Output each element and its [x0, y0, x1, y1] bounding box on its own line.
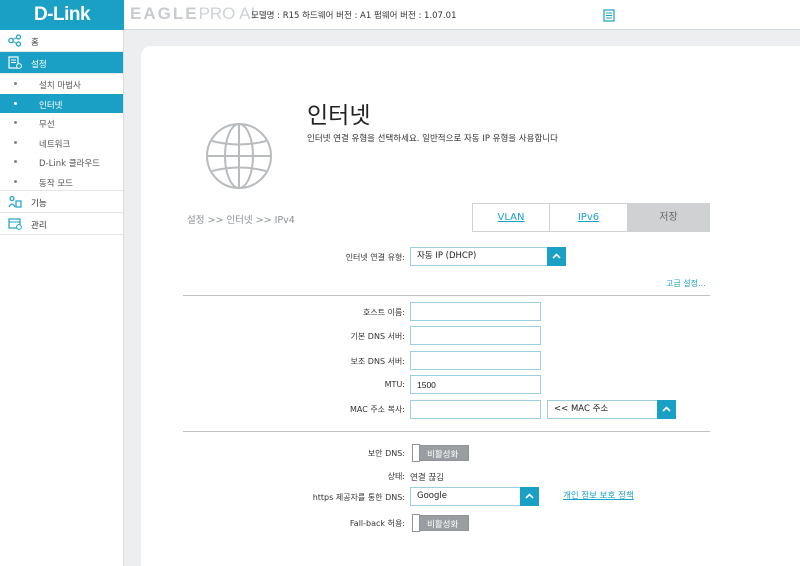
bullet-dot — [14, 82, 17, 85]
sidebar-item-label: 홈 — [31, 38, 39, 48]
dlink-logo[interactable]: D-Link — [0, 0, 124, 30]
chevron-up-icon[interactable] — [547, 247, 566, 266]
hostname-label: 호스트 이름: — [362, 308, 405, 317]
sidebar-item-label: 관리 — [31, 221, 47, 231]
toggle-knob — [412, 444, 420, 462]
sidebar-item-internet[interactable]: 인터넷 — [0, 93, 123, 113]
sidebar-item-label: 인터넷 — [39, 100, 63, 111]
sidebar-item-network[interactable]: 네트워크 — [0, 133, 123, 153]
secondary-dns-label: 보조 DNS 서버: — [350, 357, 405, 366]
breadcrumb: 설정 >> 인터넷 >> IPv4 — [187, 215, 295, 226]
sidebar-item-label: 설정 — [31, 60, 47, 70]
sidebar-item-setup-wizard[interactable]: 설치 마법사 — [0, 74, 123, 94]
network-icon — [8, 34, 22, 47]
mac-address-select-value: << MAC 주소 — [554, 404, 609, 414]
sidebar-item-label: D-Link 클라우드 — [39, 159, 101, 169]
divider — [183, 431, 710, 432]
tab-ipv6[interactable]: IPv6 — [549, 203, 628, 232]
status-label: 상태: — [387, 472, 405, 481]
sidebar-item-operation-mode[interactable]: 동작 모드 — [0, 172, 123, 191]
chevron-up-icon[interactable] — [520, 487, 539, 506]
https-dns-select[interactable]: Google — [410, 487, 539, 506]
divider — [183, 295, 710, 296]
primary-dns-input[interactable] — [410, 326, 541, 345]
mac-clone-input[interactable] — [410, 400, 541, 419]
connection-type-label: 인터넷 연결 유형: — [345, 253, 405, 262]
secure-dns-label: 보안 DNS: — [367, 449, 405, 458]
bullet-dot — [14, 140, 17, 144]
sidebar-item-settings[interactable]: 설정 — [0, 52, 123, 74]
chevron-up-icon[interactable] — [657, 400, 676, 419]
bullet-dot — [14, 101, 17, 105]
top-header: D-Link EAGLEPRO AI 모델명 : R15 하드웨어 버전 : A… — [0, 0, 800, 30]
hostname-input[interactable] — [410, 302, 541, 321]
privacy-policy-link[interactable]: 개인 정보 보호 정책 — [563, 489, 634, 501]
fallback-label: Fall-back 허용: — [349, 519, 405, 528]
main-panel: 인터넷 인터넷 연결 유형을 선택하세요. 일반적으로 자동 IP 유형을 사용… — [141, 46, 800, 566]
toggle-knob — [412, 514, 420, 532]
sidebar-item-label: 설치 마법사 — [39, 81, 81, 91]
sidebar-item-dlink-cloud[interactable]: D-Link 클라우드 — [0, 152, 123, 172]
mac-address-select[interactable]: << MAC 주소 — [547, 400, 676, 419]
fallback-toggle[interactable]: 비활성화 — [412, 514, 469, 532]
mac-clone-label: MAC 주소 복사: — [349, 405, 405, 414]
status-value: 연결 끊김 — [410, 473, 444, 483]
https-dns-value: Google — [417, 491, 447, 501]
page-title: 인터넷 — [307, 103, 371, 129]
bullet-dot — [14, 121, 17, 124]
sidebar-item-label: 기능 — [31, 199, 47, 209]
connection-type-select[interactable]: 자동 IP (DHCP) — [410, 247, 566, 266]
sidebar-item-features[interactable]: 기능 — [0, 191, 123, 213]
toggle-label: 비활성화 — [427, 450, 459, 460]
save-button[interactable]: 저장 — [627, 203, 710, 232]
secure-dns-toggle[interactable]: 비활성화 — [412, 444, 469, 462]
sidebar-item-management[interactable]: 관리 — [0, 213, 123, 235]
sidebar-item-home[interactable]: 홈 — [0, 30, 123, 52]
sidebar: 홈 설정 설치 마법사 인터넷 무선 네트워크 D-Link 클라우드 동작 모… — [0, 30, 124, 566]
mtu-input[interactable] — [410, 375, 541, 394]
https-dns-label: https 제공자를 통한 DNS: — [312, 493, 405, 502]
advanced-settings-link[interactable]: 고급 설정... — [666, 278, 706, 289]
mtu-label: MTU: — [384, 380, 405, 389]
firmware-info: 모델명 : R15 하드웨어 버전 : A1 펌웨어 버전 : 1.07.01 — [251, 11, 457, 21]
settings-icon — [8, 56, 22, 69]
document-icon[interactable] — [603, 9, 615, 22]
primary-dns-label: 기본 DNS 서버: — [350, 332, 405, 341]
sidebar-item-label: 네트워크 — [39, 139, 71, 150]
sidebar-item-wireless[interactable]: 무선 — [0, 113, 123, 133]
toggle-label: 비활성화 — [427, 520, 459, 530]
globe-icon — [206, 123, 272, 189]
bullet-dot — [14, 160, 17, 163]
page-description: 인터넷 연결 유형을 선택하세요. 일반적으로 자동 IP 유형을 사용합니다 — [307, 134, 558, 144]
connection-type-value: 자동 IP (DHCP) — [417, 251, 477, 261]
secondary-dns-input[interactable] — [410, 351, 541, 370]
sidebar-item-label: 동작 모드 — [39, 178, 73, 189]
product-name: EAGLEPRO AI — [130, 4, 256, 23]
sidebar-item-label: 무선 — [39, 120, 55, 130]
bullet-dot — [14, 179, 17, 183]
features-icon — [8, 195, 22, 208]
tab-vlan[interactable]: VLAN — [472, 203, 550, 232]
management-icon — [8, 218, 22, 230]
